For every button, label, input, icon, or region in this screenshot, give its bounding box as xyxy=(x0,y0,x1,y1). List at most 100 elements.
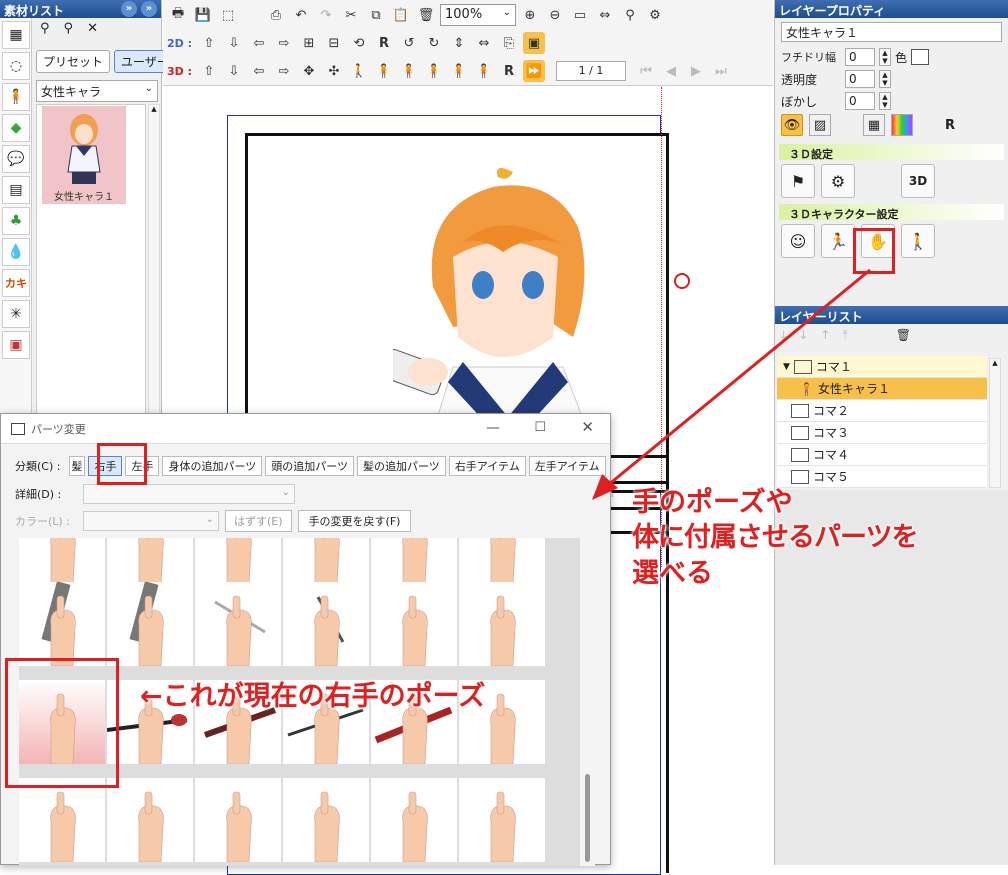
color-swatch[interactable] xyxy=(911,49,930,65)
3d-expand-icon[interactable]: ✥ xyxy=(298,60,320,82)
preset-tab[interactable]: プリセット xyxy=(36,50,111,73)
hand-pose-thumbnail[interactable] xyxy=(19,778,105,862)
outline-stepper[interactable]: ▲ ▼ xyxy=(879,48,891,66)
prev-page-icon[interactable]: ◀ xyxy=(660,60,682,82)
opacity-stepper[interactable]: ▲ ▼ xyxy=(879,70,891,88)
revert-hand-button[interactable]: 手の変更を戻す(F) xyxy=(297,510,412,532)
remove-button[interactable]: はずす(E) xyxy=(225,510,292,532)
settings-gear-icon[interactable]: ⚙ xyxy=(644,4,666,26)
reset-r-icon[interactable]: R xyxy=(945,118,955,133)
lock-icon[interactable]: ⎘ xyxy=(498,32,520,54)
paste-icon[interactable]: 📋 xyxy=(390,4,412,26)
minimize-icon[interactable]: — xyxy=(486,420,500,436)
face-icon[interactable]: ☺ xyxy=(781,224,815,258)
layer-name-field[interactable]: 女性キャラ１ xyxy=(781,22,1002,42)
scrollbar-thumb[interactable] xyxy=(585,774,590,862)
hand-pose-thumbnail[interactable] xyxy=(371,582,457,666)
tab-hair-parts[interactable]: 髪の追加パーツ xyxy=(357,456,446,476)
color-palette-icon[interactable] xyxy=(891,114,913,136)
delete-layer-icon[interactable]: 🗑 xyxy=(896,328,911,343)
hand-pose-thumbnail[interactable] xyxy=(371,538,457,586)
hand-pose-thumbnail[interactable] xyxy=(459,538,545,586)
move-left-icon[interactable]: ⇦ xyxy=(248,32,270,54)
cut-icon[interactable]: ✂ xyxy=(340,4,362,26)
parts-grid-scrollbar[interactable] xyxy=(579,538,595,866)
print-icon[interactable]: 🖶 xyxy=(167,4,189,26)
tree-icon[interactable]: ♣ xyxy=(2,207,30,235)
hand-pose-thumbnail[interactable] xyxy=(107,582,193,666)
image-icon[interactable]: ▨ xyxy=(809,114,831,136)
copy-icon[interactable]: ⧉ xyxy=(365,4,387,26)
hand-pose-thumbnail[interactable] xyxy=(107,778,193,862)
hand-pose-thumbnail[interactable] xyxy=(195,778,281,862)
edit-character-icon[interactable]: ⚲ xyxy=(64,22,74,35)
scale-up-icon[interactable]: ⊞ xyxy=(298,32,320,54)
zoom-in-icon[interactable]: ⊕ xyxy=(519,4,541,26)
building-icon[interactable]: ▤ xyxy=(2,176,30,204)
redo-icon[interactable]: ↷ xyxy=(315,4,337,26)
hand-pose-thumbnail[interactable] xyxy=(283,538,369,586)
cube-3d-icon[interactable]: ◆ xyxy=(2,114,30,142)
rotate-box-icon[interactable]: ⟲ xyxy=(348,32,370,54)
lighting-icon[interactable]: ⚙ xyxy=(821,164,855,198)
hand-pose-thumbnail[interactable] xyxy=(195,582,281,666)
play-forward-icon[interactable]: ⏩ xyxy=(523,60,545,82)
3d-move-right-icon[interactable]: ⇨ xyxy=(273,60,295,82)
hand-pose-thumbnail[interactable] xyxy=(107,538,193,586)
zoom-select[interactable]: 100% ⌄ xyxy=(440,4,516,26)
tab-right-hand-item[interactable]: 右手アイテム xyxy=(448,456,526,476)
hand-pose-thumbnail[interactable] xyxy=(283,582,369,666)
handwritten-text-icon[interactable]: カキ xyxy=(2,269,30,297)
move-right-icon[interactable]: ⇨ xyxy=(273,32,295,54)
pose-2-icon[interactable]: 🧍 xyxy=(373,60,395,82)
pose-icon[interactable]: 🏃 xyxy=(821,224,855,258)
frame-icon[interactable]: ▦ xyxy=(2,21,30,49)
rotate-left-icon[interactable]: ↺ xyxy=(398,32,420,54)
move-down-icon[interactable]: ⇩ xyxy=(223,32,245,54)
zoom-out-icon[interactable]: ⊖ xyxy=(544,4,566,26)
outline-input[interactable]: 0 xyxy=(845,48,875,66)
flip-horizontal-icon[interactable]: ⇔ xyxy=(473,32,495,54)
character-thumbnail[interactable]: 女性キャラ１ xyxy=(42,106,126,204)
export-icon[interactable]: ⬚ xyxy=(217,4,239,26)
pose-5-icon[interactable]: 🧍 xyxy=(448,60,470,82)
last-page-icon[interactable]: ⏭ xyxy=(710,60,732,82)
3d-move-down-icon[interactable]: ⇩ xyxy=(223,60,245,82)
category-select[interactable]: 女性キャラ ⌄ xyxy=(36,80,158,102)
pose-3-icon[interactable]: 🧍 xyxy=(398,60,420,82)
hand-pose-thumbnail[interactable] xyxy=(19,538,105,586)
opacity-input[interactable]: 0 xyxy=(845,70,875,88)
balloon-icon[interactable]: ◌ xyxy=(2,52,30,80)
hand-pose-thumbnail[interactable] xyxy=(283,778,369,862)
speech-bubble-icon[interactable]: 💬 xyxy=(2,145,30,173)
3d-move-up-icon[interactable]: ⇧ xyxy=(198,60,220,82)
trash-icon[interactable]: 🗑 xyxy=(415,4,437,26)
rotate-right-icon[interactable]: ↻ xyxy=(423,32,445,54)
tab-head-parts[interactable]: 頭の追加パーツ xyxy=(265,456,355,476)
next-page-icon[interactable]: ▶ xyxy=(685,60,707,82)
tab-body-parts[interactable]: 身体の追加パーツ xyxy=(162,456,263,476)
hand-pose-thumbnail[interactable] xyxy=(459,778,545,862)
3d-reset-r-icon[interactable]: R xyxy=(498,60,520,82)
hand-pose-thumbnail[interactable] xyxy=(459,582,545,666)
panel-frame-3[interactable] xyxy=(663,553,669,873)
hand-pose-thumbnail[interactable] xyxy=(195,538,281,586)
pose-4-icon[interactable]: 🧍 xyxy=(423,60,445,82)
expand-icon[interactable]: » xyxy=(141,1,157,17)
walk-icon[interactable]: 🚶 xyxy=(901,224,935,258)
character-icon[interactable]: 🧍 xyxy=(2,83,30,111)
pose-6-icon[interactable]: 🧍 xyxy=(473,60,495,82)
camera-icon[interactable]: ⚑ xyxy=(781,164,815,198)
maximize-icon[interactable]: ☐ xyxy=(534,420,546,435)
tab-hair[interactable]: 髪 xyxy=(69,456,86,476)
fit-width-icon[interactable]: ⇔ xyxy=(594,4,616,26)
add-character-icon[interactable]: ⚲ xyxy=(40,22,50,35)
save-icon[interactable]: 💾 xyxy=(192,4,214,26)
effect-burst-icon[interactable]: ✳ xyxy=(2,300,30,328)
flip-vertical-icon[interactable]: ⇕ xyxy=(448,32,470,54)
blur-stepper[interactable]: ▲ ▼ xyxy=(879,92,891,110)
move-up-icon[interactable]: ⇧ xyxy=(198,32,220,54)
hand-pose-thumbnail[interactable] xyxy=(19,582,105,666)
color-select[interactable]: ⌄ xyxy=(83,511,219,531)
reset-r-icon[interactable]: R xyxy=(373,32,395,54)
